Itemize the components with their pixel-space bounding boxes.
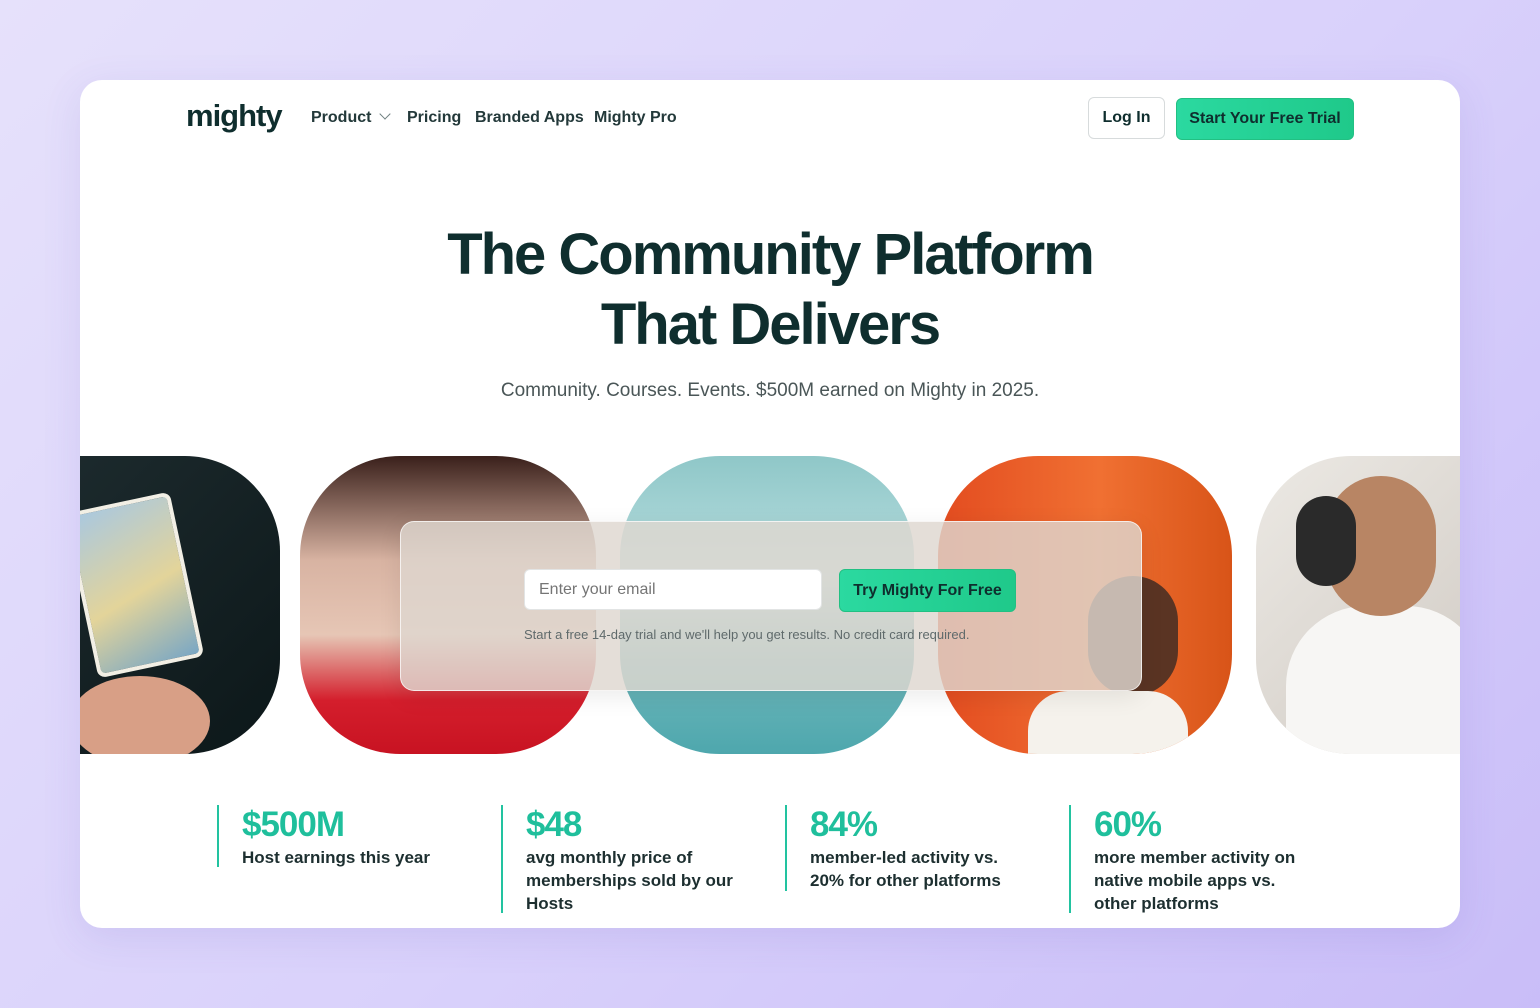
stat-label: avg monthly price of memberships sold by… [526, 848, 733, 913]
stat-mobile-activity: 60% more member activity on native mobil… [1069, 805, 1295, 913]
stat-member-activity: 84% member-led activity vs. 20% for othe… [785, 805, 1001, 891]
stat-label: Host earnings this year [242, 848, 431, 867]
nav-mighty-pro[interactable]: Mighty Pro [594, 109, 677, 127]
nav-pricing[interactable]: Pricing [407, 109, 461, 127]
stat-earnings: $500M Host earnings this year [217, 805, 430, 867]
try-mighty-free-button[interactable]: Try Mighty For Free [839, 569, 1016, 612]
start-free-trial-button[interactable]: Start Your Free Trial [1176, 98, 1354, 140]
hero-title-line1: The Community Platform [447, 222, 1095, 287]
nav-product-label: Product [311, 109, 372, 126]
nav-branded-apps[interactable]: Branded Apps [475, 109, 584, 127]
headphones-icon [1296, 496, 1356, 586]
man-headphones-image [1256, 456, 1460, 754]
mighty-logo[interactable]: mighty [186, 98, 283, 134]
signup-panel: Try Mighty For Free Start a free 14-day … [400, 521, 1142, 691]
hero-title: The Community Platform That Delivers [80, 220, 1460, 360]
stat-price: $48 avg monthly price of memberships sol… [501, 805, 733, 913]
shirt [1286, 606, 1460, 754]
tarot-card-image [80, 456, 280, 754]
login-button[interactable]: Log In [1088, 97, 1165, 139]
shirt [1028, 691, 1188, 754]
email-input[interactable] [524, 569, 822, 610]
hero-title-line2: That Delivers [600, 292, 941, 357]
tarot-card [80, 491, 205, 679]
hero-subtitle: Community. Courses. Events. $500M earned… [500, 380, 1040, 401]
stat-value: $48 [526, 805, 582, 844]
chevron-down-icon [379, 108, 392, 120]
stat-label: member-led activity vs. 20% for other pl… [810, 848, 1001, 890]
page-card: mighty Product Pricing Branded Apps Migh… [80, 80, 1460, 928]
signup-note: Start a free 14-day trial and we'll help… [524, 627, 970, 642]
stat-value: 60% [1094, 805, 1162, 844]
stat-label: more member activity on native mobile ap… [1094, 848, 1296, 913]
hand [80, 676, 210, 754]
nav-product[interactable]: Product [311, 108, 392, 127]
stat-value: $500M [242, 805, 345, 844]
stat-value: 84% [810, 805, 878, 844]
